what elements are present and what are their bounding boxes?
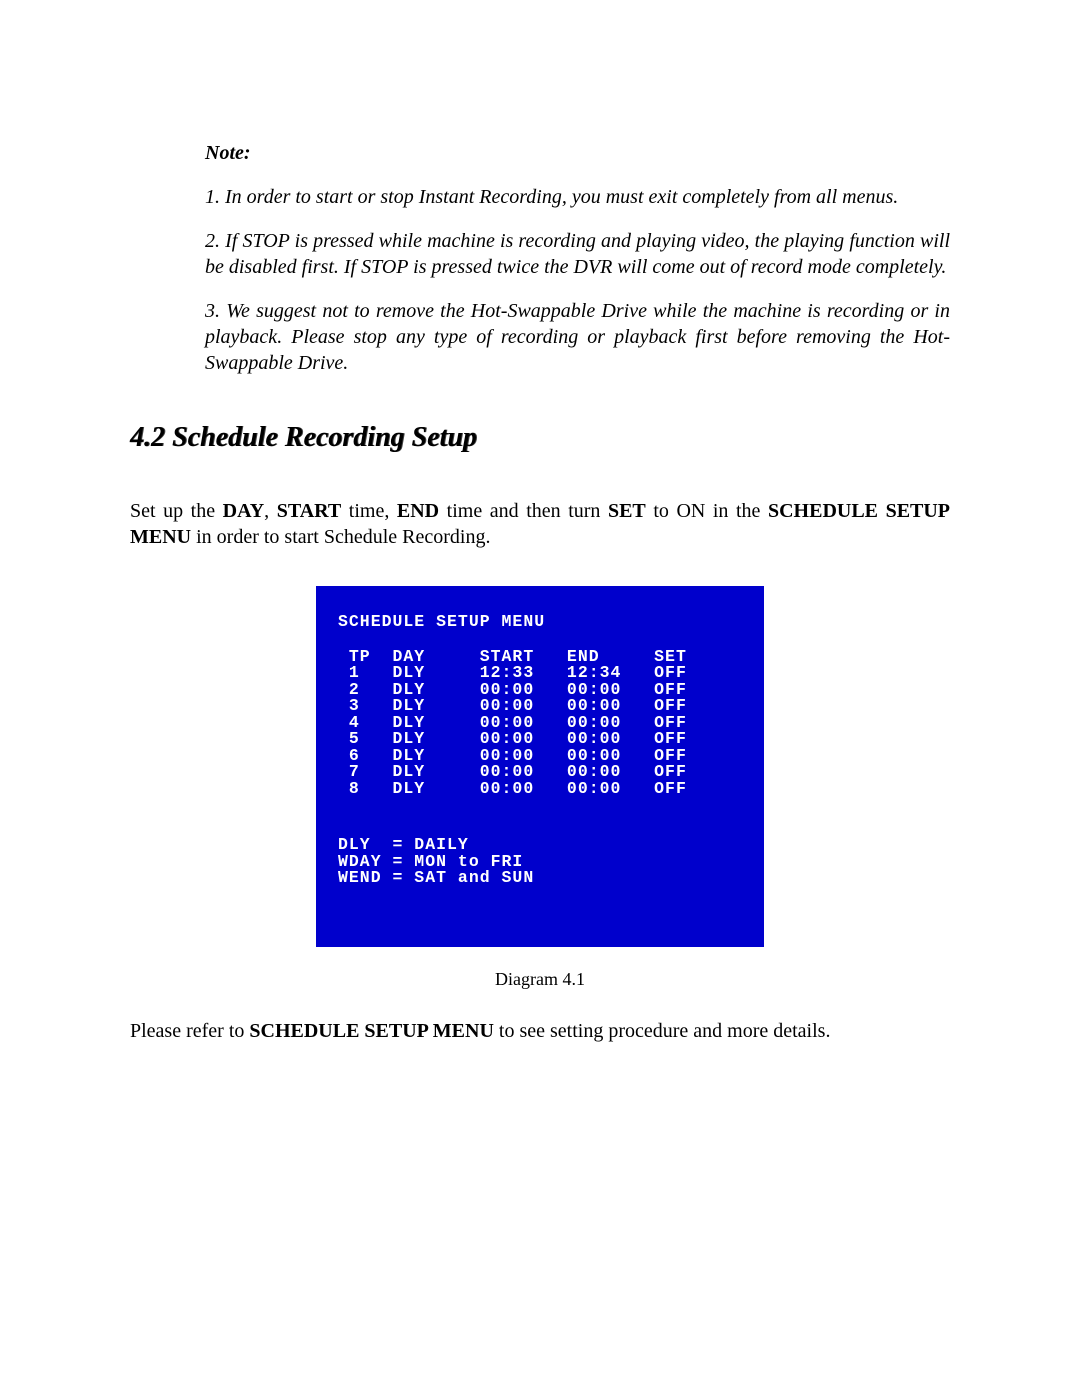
intro-bold-set: SET	[608, 500, 646, 522]
after-text: to see setting procedure and more detail…	[494, 1020, 831, 1042]
note-block: Note: 1. In order to start or stop Insta…	[205, 140, 950, 376]
document-page: Note: 1. In order to start or stop Insta…	[0, 0, 1080, 1399]
intro-text: to ON in the	[646, 500, 768, 522]
after-text: Please refer to	[130, 1020, 249, 1042]
dvr-schedule-table: TP DAY START END SET 1 DLY 12:33 12:34 O…	[338, 649, 742, 798]
dvr-screen-title: SCHEDULE SETUP MENU	[338, 614, 742, 631]
dvr-schedule-setup-screen: SCHEDULE SETUP MENU TP DAY START END SET…	[316, 586, 764, 947]
note-item-1: 1. In order to start or stop Instant Rec…	[205, 184, 950, 210]
section-heading: 4.2 Schedule Recording Setup	[130, 422, 950, 454]
intro-bold-end: END	[397, 500, 439, 522]
diagram-caption: Diagram 4.1	[130, 969, 950, 990]
dvr-screenshot-container: SCHEDULE SETUP MENU TP DAY START END SET…	[130, 586, 950, 947]
intro-text: time and then turn	[439, 500, 608, 522]
intro-text: Set up the	[130, 500, 223, 522]
after-bold-menu: SCHEDULE SETUP MENU	[249, 1020, 494, 1042]
note-item-2: 2. If STOP is pressed while machine is r…	[205, 228, 950, 280]
intro-text: time,	[341, 500, 397, 522]
intro-bold-day: DAY	[223, 500, 265, 522]
intro-bold-start: START	[277, 500, 342, 522]
after-paragraph: Please refer to SCHEDULE SETUP MENU to s…	[130, 1018, 950, 1044]
note-heading: Note:	[205, 140, 950, 166]
intro-text: ,	[264, 500, 277, 522]
intro-paragraph: Set up the DAY, START time, END time and…	[130, 498, 950, 550]
note-item-3: 3. We suggest not to remove the Hot-Swap…	[205, 298, 950, 376]
dvr-legend: DLY = DAILY WDAY = MON to FRI WEND = SAT…	[338, 837, 742, 887]
intro-text: in order to start Schedule Recording.	[191, 526, 490, 548]
